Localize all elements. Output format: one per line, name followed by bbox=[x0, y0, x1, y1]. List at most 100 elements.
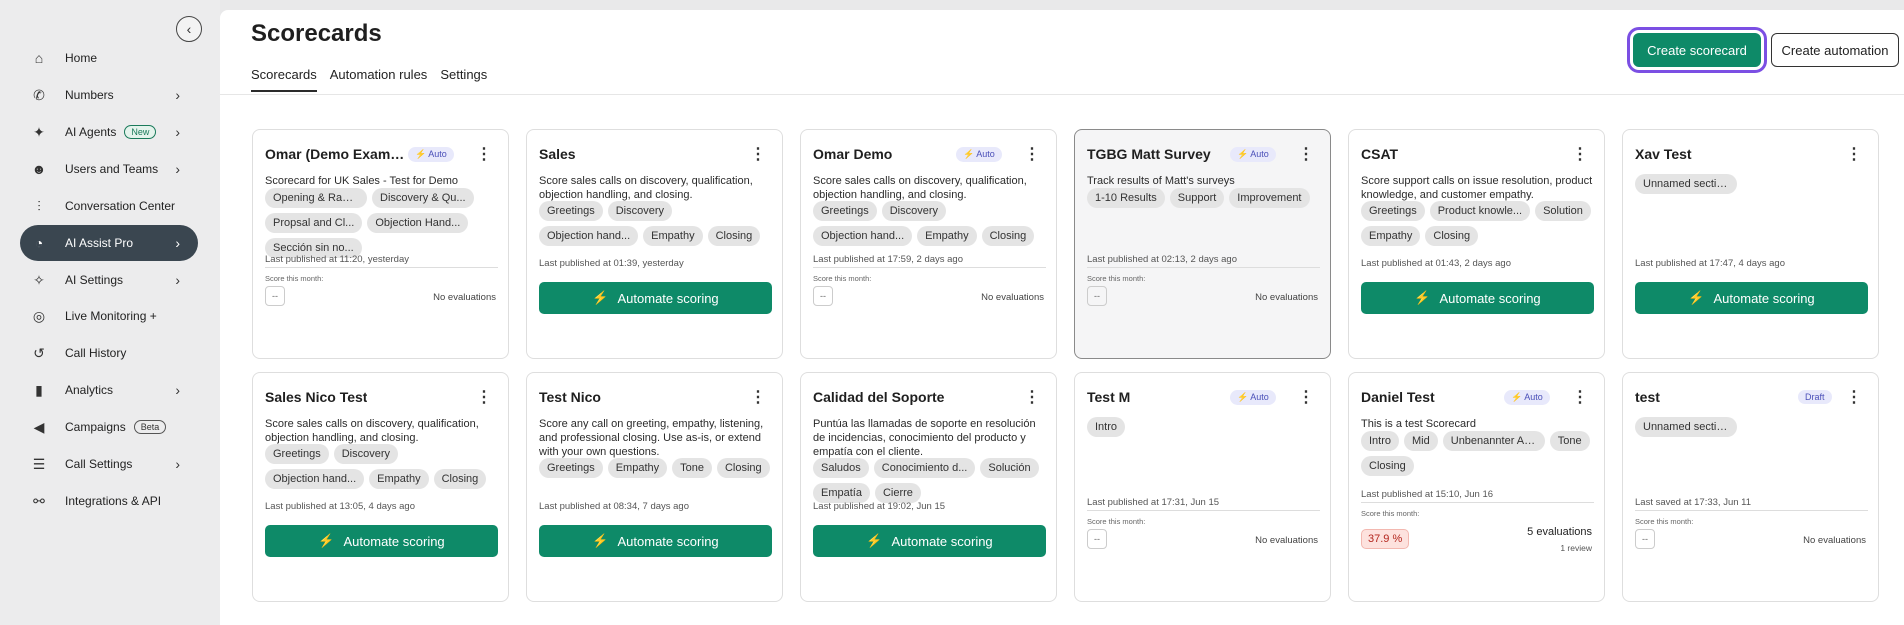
tab-settings[interactable]: Settings bbox=[440, 67, 487, 92]
live-monitoring-icon: ◎ bbox=[32, 307, 46, 324]
tab-automation-rules[interactable]: Automation rules bbox=[330, 67, 428, 92]
section-chip: Discovery bbox=[333, 444, 398, 464]
sidebar-item-analytics[interactable]: ▮ Analytics › bbox=[20, 372, 198, 408]
more-options-icon[interactable]: ⋮ bbox=[476, 387, 492, 407]
more-options-icon[interactable]: ⋮ bbox=[1846, 387, 1862, 407]
section-chip: Saludos bbox=[813, 458, 869, 478]
card-title: Sales bbox=[539, 146, 576, 162]
published-info: Last published at 19:02, Jun 15 bbox=[813, 501, 946, 512]
scorecard-card[interactable]: Omar Demo ⚡ Auto ⋮ Score sales calls on dis… bbox=[800, 129, 1057, 359]
beta-badge: Beta bbox=[133, 420, 167, 434]
section-chips: Greetings Discovery Objection hand... Empat… bbox=[539, 201, 774, 246]
create-automation-button[interactable]: Create automation bbox=[1771, 33, 1899, 67]
sidebar-item-label: AI Settings bbox=[65, 273, 124, 287]
sidebar-item-home[interactable]: ⌂ Home bbox=[20, 40, 198, 76]
page-title: Scorecards bbox=[251, 20, 382, 47]
automate-scoring-button[interactable]: ⚡ Automate scoring bbox=[265, 525, 498, 557]
section-chip: Closing bbox=[716, 458, 770, 478]
tabs-divider bbox=[220, 94, 1904, 95]
card-description: Score sales calls on discovery, qualific… bbox=[813, 175, 1027, 201]
review-count: 1 review bbox=[1560, 543, 1592, 553]
scorecard-card[interactable]: Xav Test ⋮ Unnamed sectio... Last published… bbox=[1622, 129, 1879, 359]
section-chip: Objection hand... bbox=[265, 469, 365, 489]
more-options-icon[interactable]: ⋮ bbox=[1572, 144, 1588, 164]
create-scorecard-button[interactable]: Create scorecard bbox=[1633, 33, 1761, 67]
more-options-icon[interactable]: ⋮ bbox=[750, 387, 766, 407]
badge-label: Auto bbox=[428, 149, 447, 159]
card-title: Calidad del Soporte bbox=[813, 389, 945, 405]
card-description: Track results of Matt's surveys bbox=[1087, 175, 1235, 187]
published-info: Last published at 17:59, 2 days ago bbox=[813, 254, 964, 265]
card-description: Puntúa las llamadas de soporte en resolu… bbox=[813, 418, 1036, 458]
scorecard-card[interactable]: Test Nico ⋮ Score any call on greeting, em… bbox=[526, 372, 783, 602]
more-options-icon[interactable]: ⋮ bbox=[1572, 387, 1588, 407]
published-info: Last published at 01:43, 2 days ago bbox=[1361, 258, 1512, 269]
sidebar-item-integrations-api[interactable]: ⚯ Integrations & API bbox=[20, 483, 198, 519]
section-chips: Unnamed sectio... bbox=[1635, 174, 1870, 194]
sidebar-item-ai-agents[interactable]: ✦ AI Agents New › bbox=[20, 114, 198, 150]
scorecard-card[interactable]: TGBG Matt Survey ⚡ Auto ⋮ Track results of … bbox=[1074, 129, 1331, 359]
card-divider bbox=[1087, 510, 1320, 511]
scorecard-card[interactable]: Sales Nico Test ⋮ Score sales calls on dis… bbox=[252, 372, 509, 602]
scorecard-card[interactable]: Calidad del Soporte ⋮ Puntúa las llamadas … bbox=[800, 372, 1057, 602]
sidebar-item-label: AI Assist Pro bbox=[65, 236, 134, 250]
sidebar-item-live-monitoring[interactable]: ◎ Live Monitoring + bbox=[20, 298, 198, 334]
automate-scoring-button[interactable]: ⚡ Automate scoring bbox=[1361, 282, 1594, 314]
scorecard-card[interactable]: Daniel Test ⚡ Auto ⋮ This is a test Scoreca… bbox=[1348, 372, 1605, 602]
score-percent-badge: 37.9 % bbox=[1361, 529, 1410, 549]
evaluations-count: No evaluations bbox=[433, 292, 496, 303]
scorecard-card[interactable]: Sales ⋮ Score sales calls on discovery, qu… bbox=[526, 129, 783, 359]
more-options-icon[interactable]: ⋮ bbox=[1846, 144, 1862, 164]
automate-scoring-button[interactable]: ⚡ Automate scoring bbox=[539, 282, 772, 314]
more-options-icon[interactable]: ⋮ bbox=[1298, 387, 1314, 407]
section-chip: Closing bbox=[1425, 226, 1479, 246]
tab-bar: Scorecards Automation rules Settings bbox=[251, 67, 487, 92]
sidebar-item-numbers[interactable]: ✆ Numbers › bbox=[20, 77, 198, 113]
bolt-icon: ⚡ bbox=[318, 533, 335, 548]
score-this-month-label: Score this month: bbox=[1087, 517, 1146, 526]
section-chip: Tone bbox=[1549, 431, 1590, 451]
bolt-icon: ⚡ bbox=[592, 290, 609, 305]
section-chip: Empathy bbox=[1361, 226, 1421, 246]
chevron-left-icon[interactable]: ‹ bbox=[176, 16, 202, 42]
chevron-right-icon: › bbox=[175, 272, 180, 288]
sidebar-item-conversation-center[interactable]: ⫶ Conversation Center bbox=[20, 188, 198, 224]
section-chip: Tone bbox=[672, 458, 712, 478]
sidebar-item-ai-assist-pro[interactable]: ◔ AI Assist Pro › bbox=[20, 225, 198, 261]
section-chips: Intro bbox=[1087, 417, 1322, 437]
scorecard-card[interactable]: test Draft ⋮ Unnamed sectio... Last saved at… bbox=[1622, 372, 1879, 602]
bolt-icon: ⚡ bbox=[1237, 392, 1251, 402]
more-options-icon[interactable]: ⋮ bbox=[1024, 387, 1040, 407]
sidebar-item-call-history[interactable]: ↺ Call History bbox=[20, 335, 198, 371]
sidebar-item-label: Call Settings bbox=[65, 457, 133, 471]
card-description: Score support calls on issue resolution,… bbox=[1361, 175, 1593, 201]
automate-label: Automate scoring bbox=[343, 533, 445, 549]
section-chip: Empatía bbox=[813, 483, 870, 503]
sidebar-item-campaigns[interactable]: ◀ Campaigns Beta bbox=[20, 409, 198, 445]
sidebar-item-call-settings[interactable]: ☰ Call Settings › bbox=[20, 446, 198, 482]
badge-label: Auto bbox=[976, 149, 995, 159]
automate-scoring-button[interactable]: ⚡ Automate scoring bbox=[539, 525, 772, 557]
scorecard-card[interactable]: Omar (Demo Examp... ⚡ Auto ⋮ Scorecard for … bbox=[252, 129, 509, 359]
published-info: Last published at 17:47, 4 days ago bbox=[1635, 258, 1786, 269]
scorecard-card[interactable]: CSAT ⋮ Score support calls on issue resolu… bbox=[1348, 129, 1605, 359]
more-options-icon[interactable]: ⋮ bbox=[476, 144, 492, 164]
automate-scoring-button[interactable]: ⚡ Automate scoring bbox=[1635, 282, 1868, 314]
more-options-icon[interactable]: ⋮ bbox=[750, 144, 766, 164]
section-chip: Solución bbox=[980, 458, 1039, 478]
sidebar-item-users-and-teams[interactable]: ☻ Users and Teams › bbox=[20, 151, 198, 187]
published-info: Last published at 01:39, yesterday bbox=[539, 258, 684, 269]
automate-scoring-button[interactable]: ⚡ Automate scoring bbox=[813, 525, 1046, 557]
score-this-month-label: Score this month: bbox=[265, 274, 324, 283]
bolt-icon: ⚡ bbox=[1414, 290, 1431, 305]
more-options-icon[interactable]: ⋮ bbox=[1024, 144, 1040, 164]
section-chip: Closing bbox=[707, 226, 761, 246]
tab-scorecards[interactable]: Scorecards bbox=[251, 67, 317, 92]
section-chip: Objection hand... bbox=[539, 226, 639, 246]
evaluations-count: No evaluations bbox=[981, 292, 1044, 303]
scorecard-card[interactable]: Test M ⚡ Auto ⋮ Intro Last published at 17:3… bbox=[1074, 372, 1331, 602]
section-chips: Unnamed sectio... bbox=[1635, 417, 1870, 437]
more-options-icon[interactable]: ⋮ bbox=[1298, 144, 1314, 164]
ai-agents-icon: ✦ bbox=[33, 123, 45, 140]
sidebar-item-ai-settings[interactable]: ✧ AI Settings › bbox=[20, 262, 198, 298]
